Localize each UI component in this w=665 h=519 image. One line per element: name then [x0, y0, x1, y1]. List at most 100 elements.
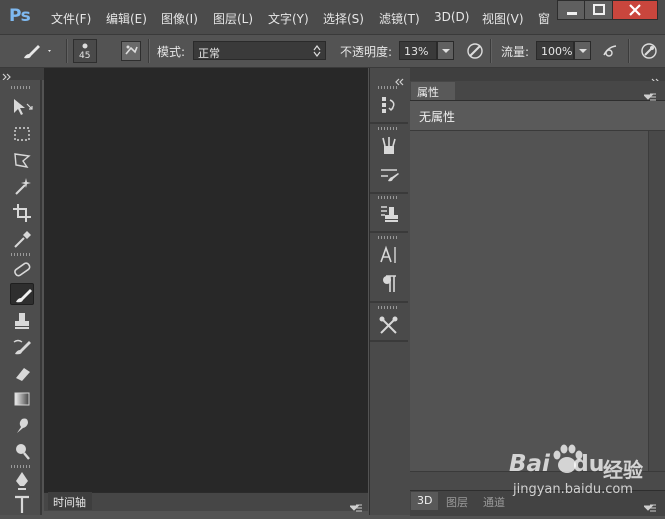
- menu-layer[interactable]: 图层(L): [213, 10, 253, 27]
- dodge-tool[interactable]: [10, 440, 34, 462]
- tool-presets-panel-button[interactable]: [376, 313, 402, 337]
- menu-edit[interactable]: 编辑(E): [106, 10, 147, 27]
- menu-3d[interactable]: 3D(D): [434, 10, 469, 24]
- flow-input[interactable]: 100%: [536, 41, 574, 60]
- stamp-icon: [15, 313, 29, 329]
- brush-preset-button[interactable]: [20, 41, 51, 61]
- dock-grip: [378, 127, 398, 130]
- brush-panel-button[interactable]: [376, 162, 402, 186]
- tab-layers[interactable]: 图层: [440, 492, 474, 510]
- paragraph-panel-button[interactable]: [376, 272, 402, 296]
- healing-brush-tool[interactable]: [10, 258, 34, 280]
- menu-window[interactable]: 窗: [538, 10, 550, 27]
- opacity-dropdown[interactable]: [437, 41, 454, 60]
- close-button[interactable]: [612, 0, 658, 20]
- panel-menu-icon: [348, 504, 362, 512]
- pressure-size-button[interactable]: [638, 41, 660, 61]
- type-tool[interactable]: [10, 493, 34, 515]
- watermark-brand-right: du: [573, 452, 605, 477]
- mode-value: 正常: [198, 47, 220, 60]
- move-tool[interactable]: [10, 96, 34, 118]
- maximize-icon: [593, 4, 605, 15]
- clone-stamp-tool[interactable]: [10, 310, 34, 332]
- crop-tool[interactable]: [10, 201, 34, 223]
- opacity-label: 不透明度:: [340, 45, 393, 59]
- tools-icon: [379, 316, 398, 334]
- pressure-size-icon: [641, 43, 657, 59]
- character-icon: [380, 245, 396, 263]
- eyedropper-tool[interactable]: [10, 228, 34, 250]
- brush-size-picker[interactable]: 45: [73, 39, 97, 63]
- history-panel-button[interactable]: [376, 93, 402, 117]
- separator: [490, 39, 492, 63]
- menu-view[interactable]: 视图(V): [482, 10, 524, 27]
- brush-presets-panel-button[interactable]: [376, 134, 402, 158]
- properties-header: 无属性: [410, 101, 665, 131]
- timeline-panel-bar: [44, 492, 368, 511]
- dodge-icon: [16, 444, 30, 460]
- minimize-button[interactable]: [557, 0, 587, 20]
- separator: [148, 39, 150, 63]
- brush-panel-toggle[interactable]: [121, 41, 141, 61]
- dock-separator: [370, 192, 408, 194]
- toolbar-collapse-bar[interactable]: [0, 68, 44, 81]
- clone-source-icon: [381, 206, 398, 222]
- magic-wand-tool[interactable]: [10, 175, 34, 197]
- marquee-tool[interactable]: [10, 123, 34, 145]
- brush-icon: [24, 45, 51, 59]
- menu-type[interactable]: 文字(Y): [268, 10, 309, 27]
- separator: [66, 39, 68, 63]
- app-logo: Ps: [9, 6, 31, 26]
- document-canvas-area[interactable]: [44, 68, 368, 492]
- eraser-tool[interactable]: [10, 362, 34, 384]
- timeline-tab[interactable]: 时间轴: [48, 492, 92, 510]
- move-icon: [14, 99, 33, 115]
- blur-tool[interactable]: [10, 414, 34, 436]
- tab-channels[interactable]: 通道: [477, 492, 511, 510]
- gradient-icon: [14, 392, 30, 406]
- toolbar-grip: [11, 253, 31, 256]
- opacity-input[interactable]: 13%: [399, 41, 437, 60]
- updown-arrow-icon: [313, 45, 321, 57]
- menu-select[interactable]: 选择(S): [323, 10, 364, 27]
- brush-size-value: 45: [79, 51, 91, 61]
- maximize-button[interactable]: [584, 0, 614, 20]
- tab-3d[interactable]: 3D: [411, 492, 439, 510]
- dock-grip: [378, 306, 398, 309]
- tab-properties[interactable]: 属性: [411, 82, 455, 100]
- dock-separator: [370, 122, 408, 124]
- menu-file[interactable]: 文件(F): [51, 10, 91, 27]
- timeline-menu-button[interactable]: [348, 497, 362, 516]
- lasso-tool[interactable]: [10, 149, 34, 171]
- crop-icon: [13, 204, 31, 222]
- paragraph-icon: [383, 275, 396, 292]
- pressure-opacity-button[interactable]: [464, 41, 486, 61]
- mode-select[interactable]: 正常: [193, 41, 326, 60]
- rectangle-marquee-icon: [14, 127, 30, 141]
- menu-image[interactable]: 图像(I): [161, 10, 198, 27]
- character-panel-button[interactable]: [376, 243, 402, 267]
- history-brush-icon: [13, 339, 31, 355]
- eraser-icon: [16, 368, 30, 381]
- dock-grip: [378, 196, 398, 199]
- clone-source-panel-button[interactable]: [376, 202, 402, 226]
- gradient-tool[interactable]: [10, 388, 34, 410]
- baidu-jingyan-watermark: Bai du 经验 jingyan.baidu.com: [507, 442, 665, 506]
- flow-dropdown[interactable]: [574, 41, 591, 60]
- pen-tool[interactable]: [10, 469, 34, 491]
- menu-filter[interactable]: 滤镜(T): [379, 10, 420, 27]
- brush-presets-icon: [382, 137, 396, 154]
- close-icon: [629, 4, 641, 16]
- airbrush-button[interactable]: [600, 41, 622, 61]
- toolbar-grip[interactable]: [11, 86, 31, 89]
- text-icon: [15, 495, 29, 513]
- minimize-icon: [567, 12, 577, 15]
- double-chevron-left-icon: [395, 78, 404, 86]
- smudge-icon: [17, 418, 28, 433]
- watermark-brand-left: Bai: [509, 451, 550, 477]
- properties-scrollbar[interactable]: [648, 131, 665, 471]
- brush-tool[interactable]: [10, 283, 34, 305]
- panel-menu-icon: [642, 93, 656, 101]
- history-brush-tool[interactable]: [10, 336, 34, 358]
- pressure-opacity-icon: [467, 43, 483, 59]
